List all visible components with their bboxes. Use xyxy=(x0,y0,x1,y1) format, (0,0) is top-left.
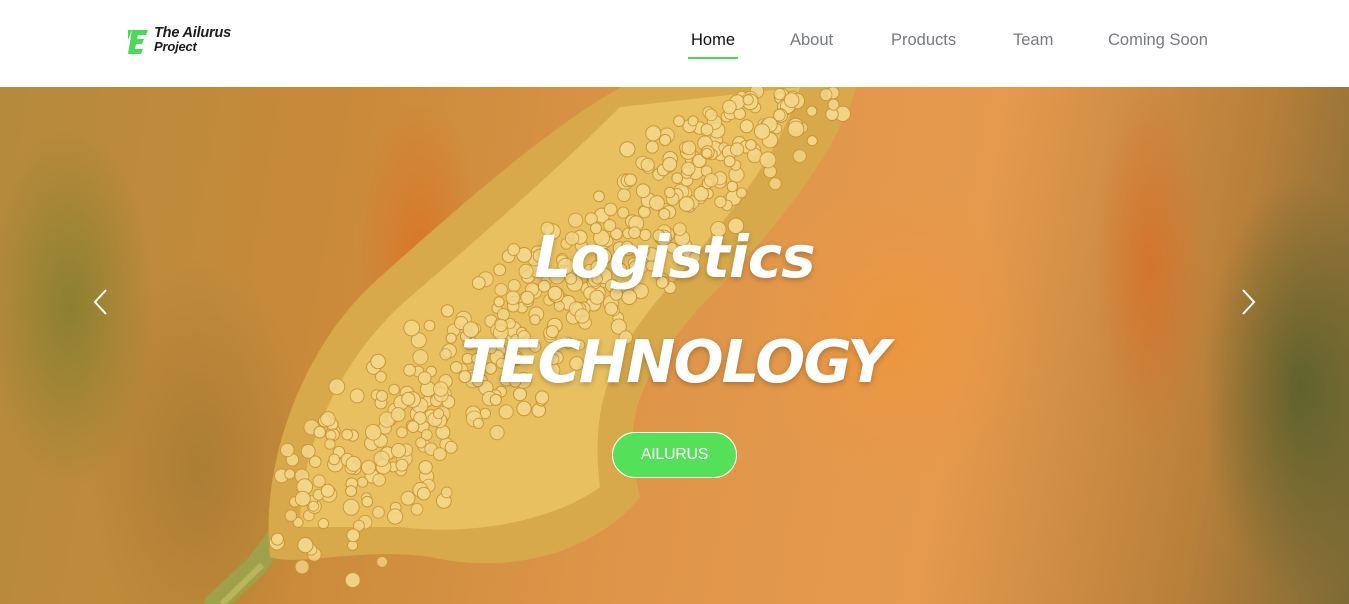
nav-active-indicator xyxy=(688,57,739,59)
hero-carousel: Logistics TECHNOLOGY AILURUS xyxy=(0,87,1349,604)
nav-about-label: About xyxy=(790,31,834,49)
nav-team[interactable]: Team xyxy=(1013,30,1053,50)
nav-about[interactable]: About xyxy=(790,30,833,50)
nav-home-label: Home xyxy=(691,31,736,49)
brand-name-line2: Project xyxy=(154,39,197,54)
nav-products[interactable]: Products xyxy=(891,30,956,50)
nav-coming-soon-label: Coming Soon xyxy=(1108,31,1208,49)
carousel-next-button[interactable] xyxy=(1236,287,1260,317)
brand-name: The Ailurus Project xyxy=(154,26,231,54)
ailurus-cta-button[interactable]: AILURUS xyxy=(612,432,737,478)
hero-title-line1: Logistics xyxy=(534,223,815,291)
nav-team-label: Team xyxy=(1013,31,1054,49)
site-header: The Ailurus Project Home About Products … xyxy=(0,0,1349,87)
brand-name-line1: The Ailurus xyxy=(154,25,232,41)
carousel-prev-button[interactable] xyxy=(89,287,113,317)
nav-home[interactable]: Home xyxy=(688,30,739,59)
chevron-left-icon xyxy=(93,289,107,315)
ailurus-logo-icon xyxy=(128,30,148,54)
nav-products-label: Products xyxy=(891,31,957,49)
nav-coming-soon[interactable]: Coming Soon xyxy=(1108,30,1208,50)
brand-logo[interactable]: The Ailurus Project xyxy=(128,26,258,58)
hero-title-line2: TECHNOLOGY xyxy=(460,327,890,396)
chevron-right-icon xyxy=(1242,289,1256,315)
